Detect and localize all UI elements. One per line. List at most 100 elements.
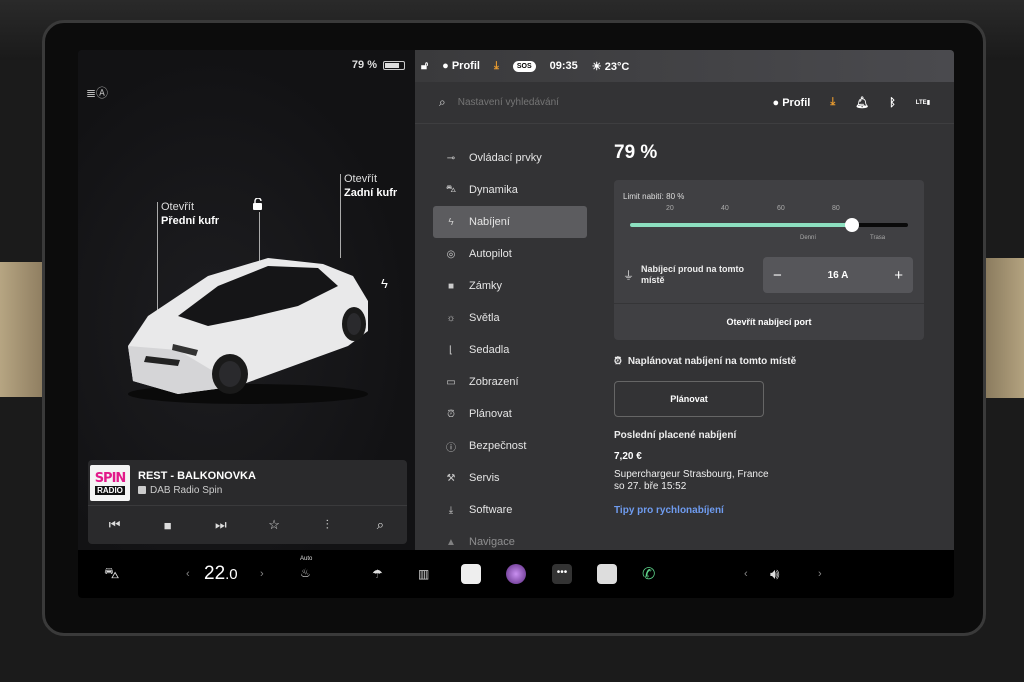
search-row: ⌕ ● Profil ⤓ 🔔︎ ᛒ LTE▮ bbox=[415, 82, 954, 124]
increase-current-button[interactable]: + bbox=[894, 267, 903, 284]
profile-status-label: Profil bbox=[451, 60, 480, 72]
zone-daily: Denní bbox=[800, 235, 817, 241]
station-title[interactable]: REST - BALKONOVKA bbox=[138, 470, 256, 482]
charging-content: 79 % Limit nabití: 80 % 20 40 60 80 Denní T… bbox=[614, 142, 924, 516]
alarm-icon: ⏰︎ bbox=[447, 408, 455, 420]
lte-label: LTE bbox=[915, 100, 927, 106]
temp-increase-chevron[interactable]: › bbox=[260, 568, 264, 580]
zone-trip: Trasa bbox=[870, 235, 886, 241]
rear-defrost-icon[interactable]: ▥ bbox=[418, 567, 429, 581]
stop-icon[interactable]: ■ bbox=[153, 518, 183, 533]
bottom-dock: ⛍ ‹ 22.0 › Auto ♨ ☂ ▥ ••• ✆ ‹ 🔊︎ › bbox=[78, 550, 954, 598]
seat-heater-icon[interactable]: ♨ bbox=[300, 566, 311, 580]
media-controls: ⏮ ■ ⏭ ☆ ⫶ ⌕ bbox=[88, 506, 407, 544]
car-dock-icon[interactable]: ⛍ bbox=[104, 565, 119, 584]
rear-trunk-button[interactable]: Otevřít Zadní kufr bbox=[344, 172, 397, 200]
menu-item-locks[interactable]: ■ Zámky bbox=[433, 270, 587, 302]
tick-label: 60 bbox=[777, 205, 785, 212]
bluetooth-icon[interactable]: ᛒ bbox=[889, 97, 896, 109]
open-charge-port-button[interactable]: Otevřít nabíjecí port bbox=[614, 304, 924, 340]
menu-item-dynamics[interactable]: ⛍ Dynamika bbox=[433, 174, 587, 206]
volume-increase-chevron[interactable]: › bbox=[818, 568, 822, 580]
seat-icon: ⌊ bbox=[449, 344, 453, 356]
rear-trunk-line1: Otevřít bbox=[344, 173, 378, 185]
supercharging-tips-link[interactable]: Tipy pro rychlonabíjení bbox=[614, 505, 924, 516]
slider-knob[interactable] bbox=[845, 218, 859, 232]
equalizer-icon[interactable]: ⫶ bbox=[312, 517, 342, 533]
menu-item-safety[interactable]: ⓘ Bezpečnost bbox=[433, 430, 587, 462]
auto-headlight-icon[interactable]: ≣Ⓐ bbox=[86, 84, 108, 101]
temp-dec: .0 bbox=[225, 566, 238, 583]
front-defrost-icon[interactable]: ☂ bbox=[372, 567, 383, 581]
menu-label: Ovládací prvky bbox=[469, 152, 542, 164]
menu-item-display[interactable]: ▭ Zobrazení bbox=[433, 366, 587, 398]
previous-icon[interactable]: ⏮ bbox=[100, 517, 130, 533]
toggle-icon: ⊸ bbox=[446, 152, 456, 164]
wrench-icon: ⚒ bbox=[446, 472, 456, 484]
nav-icon: ▲ bbox=[446, 536, 456, 548]
menu-item-controls[interactable]: ⊸ Ovládací prvky bbox=[433, 142, 587, 174]
battery-icon bbox=[383, 60, 405, 70]
charge-current-row: ⏚ Nabíjecí proud na tomto místě − 16 A + bbox=[614, 247, 924, 304]
outside-temp-value: 23°C bbox=[604, 60, 630, 73]
menu-label: Software bbox=[469, 504, 513, 516]
menu-item-service[interactable]: ⚒ Servis bbox=[433, 462, 587, 494]
alarm-clock-icon: ⏰︎ bbox=[614, 356, 622, 367]
sos-button[interactable]: SOS bbox=[512, 60, 536, 72]
front-trunk-button[interactable]: Otevřít Přední kufr bbox=[161, 200, 219, 228]
car-icon: ⛍ bbox=[445, 183, 457, 195]
schedule-button[interactable]: Plánovat bbox=[614, 381, 764, 417]
download-status-icon[interactable]: ⤓ bbox=[494, 60, 499, 73]
menu-item-autopilot[interactable]: ◎ Autopilot bbox=[433, 238, 587, 270]
menu-label: Navigace bbox=[469, 536, 515, 548]
menu-item-lights[interactable]: ☼ Světla bbox=[433, 302, 587, 334]
temp-int: 22 bbox=[204, 563, 226, 584]
favorite-star-icon[interactable]: ☆ bbox=[259, 517, 289, 533]
menu-item-software[interactable]: ⤓ Software bbox=[433, 494, 587, 526]
app-tile-icon[interactable] bbox=[461, 564, 481, 584]
more-apps-icon[interactable]: ••• bbox=[552, 564, 572, 584]
calendar-app-icon[interactable] bbox=[597, 564, 617, 584]
decrease-current-button[interactable]: − bbox=[773, 267, 782, 284]
slider-zones: Denní Trasa bbox=[614, 235, 924, 247]
profile-button[interactable]: ● Profil bbox=[773, 97, 811, 109]
menu-item-seats[interactable]: ⌊ Sedadla bbox=[433, 334, 587, 366]
software-download-icon[interactable]: ⤓ bbox=[830, 96, 835, 109]
front-trunk-line2: Přední kufr bbox=[161, 215, 220, 227]
front-trunk-line1: Otevřít bbox=[161, 201, 195, 213]
cabin-temperature[interactable]: 22.0 bbox=[204, 563, 238, 585]
search-icon: ⌕ bbox=[439, 95, 446, 109]
notification-bell-icon[interactable]: 🔔︎ bbox=[855, 96, 869, 109]
camera-app-icon[interactable] bbox=[506, 564, 526, 584]
phone-app-icon[interactable]: ✆ bbox=[642, 564, 655, 584]
unlock-icon[interactable] bbox=[252, 198, 264, 210]
settings-search-input[interactable] bbox=[457, 97, 773, 108]
outside-temp: ☀ 23°C bbox=[591, 60, 630, 73]
charge-limit-slider[interactable] bbox=[630, 215, 908, 235]
media-player: SPIN RADIO REST - BALKONOVKA DAB Radio S… bbox=[88, 460, 407, 544]
last-charge-location-block: Superchargeur Strasbourg, France so 27. … bbox=[614, 469, 924, 493]
car-image bbox=[128, 258, 368, 404]
menu-item-charging[interactable]: ϟ Nabíjení bbox=[433, 206, 587, 238]
settings-menu: ⊸ Ovládací prvky ⛍ Dynamika ϟ Nabíjení ◎ Aut… bbox=[433, 142, 587, 558]
settings-panel: 🔓︎ ● Profil ⤓ SOS 09:35 ☀ 23°C ⌕ ● Profi… bbox=[415, 50, 954, 550]
plug-icon: ⏚ bbox=[623, 270, 634, 282]
charge-percent: 79 % bbox=[614, 142, 658, 163]
display-icon: ▭ bbox=[446, 376, 456, 388]
shield-icon: ⓘ bbox=[446, 442, 456, 454]
volume-decrease-chevron[interactable]: ‹ bbox=[744, 568, 748, 580]
next-icon[interactable]: ⏭ bbox=[206, 517, 236, 533]
source-name: DAB Radio Spin bbox=[150, 484, 223, 496]
menu-label: Nabíjení bbox=[469, 216, 510, 228]
volume-icon[interactable]: 🔊︎ bbox=[770, 566, 779, 583]
menu-label: Dynamika bbox=[469, 184, 518, 196]
menu-label: Zámky bbox=[469, 280, 502, 292]
wood-trim-right bbox=[985, 258, 1024, 398]
charge-current-label: Nabíjecí proud na tomto místě bbox=[641, 264, 745, 285]
temp-decrease-chevron[interactable]: ‹ bbox=[186, 568, 190, 580]
lock-status-icon[interactable]: 🔓︎ bbox=[421, 60, 428, 73]
search-icon[interactable]: ⌕ bbox=[365, 517, 395, 533]
menu-item-schedule[interactable]: ⏰︎ Plánovat bbox=[433, 398, 587, 430]
menu-label: Sedadla bbox=[469, 344, 510, 356]
profile-status[interactable]: ● Profil bbox=[442, 60, 480, 72]
